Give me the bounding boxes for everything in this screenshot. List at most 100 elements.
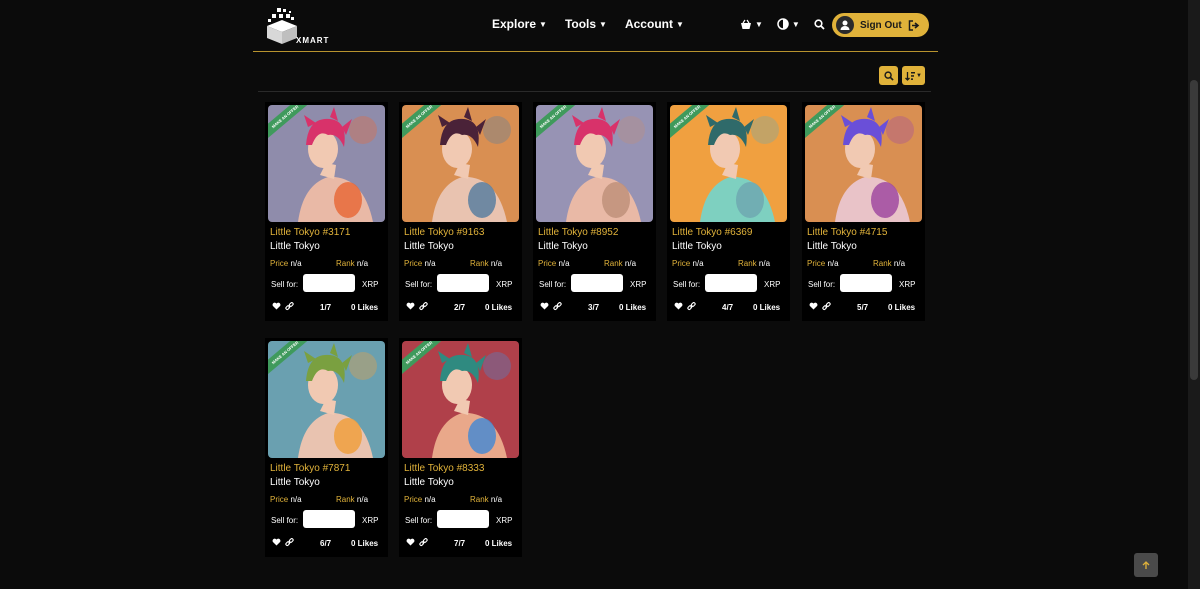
link-icon[interactable]	[285, 302, 294, 313]
sell-for-label: Sell for:	[539, 280, 567, 289]
nav-explore[interactable]: Explore ▼	[492, 17, 547, 31]
nft-title[interactable]: Little Tokyo #4715	[807, 227, 887, 238]
collection-name[interactable]: Little Tokyo	[672, 241, 722, 252]
nft-title[interactable]: Little Tokyo #6369	[672, 227, 752, 238]
nft-thumbnail[interactable]: MAKE AN OFFER	[536, 105, 653, 222]
heart-icon[interactable]	[272, 538, 281, 548]
chevron-down-icon: ▼	[539, 19, 547, 29]
nft-card[interactable]: MAKE AN OFFER Little Tokyo #6369 Little …	[667, 102, 790, 321]
link-icon[interactable]	[822, 302, 831, 313]
rank-field: Rank n/a	[738, 259, 770, 268]
nft-artwork-image	[402, 105, 519, 222]
heart-icon[interactable]	[540, 302, 549, 312]
nft-thumbnail[interactable]: MAKE AN OFFER	[268, 341, 385, 458]
page: XMART Explore ▼ Tools ▼ Account ▼ ▼ ▼ Si…	[0, 0, 1200, 589]
price-label: Price	[270, 495, 289, 504]
nft-card[interactable]: MAKE AN OFFER Little Tokyo #8333 Little …	[399, 338, 522, 557]
nft-title[interactable]: Little Tokyo #8952	[538, 227, 618, 238]
nft-card[interactable]: MAKE AN OFFER Little Tokyo #4715 Little …	[802, 102, 925, 321]
sell-price-input[interactable]	[840, 274, 892, 292]
nft-thumbnail[interactable]: MAKE AN OFFER	[268, 105, 385, 222]
link-icon[interactable]	[687, 302, 696, 313]
nft-thumbnail[interactable]: MAKE AN OFFER	[805, 105, 922, 222]
header-icons: ▼ ▼	[740, 18, 825, 30]
collection-name[interactable]: Little Tokyo	[807, 241, 857, 252]
price-value: n/a	[424, 259, 436, 268]
rank-label: Rank	[873, 259, 892, 268]
likes-count: 0 Likes	[351, 303, 379, 312]
sell-for-label: Sell for:	[271, 280, 299, 289]
scrollbar-thumb[interactable]	[1190, 80, 1198, 380]
scrollbar[interactable]	[1188, 0, 1200, 589]
nft-title[interactable]: Little Tokyo #3171	[270, 227, 350, 238]
link-icon[interactable]	[285, 538, 294, 549]
currency-label: XRP	[496, 280, 513, 289]
filter-search-button[interactable]	[879, 66, 898, 85]
currency-label: XRP	[362, 516, 379, 525]
collection-name[interactable]: Little Tokyo	[404, 241, 454, 252]
brand-logo[interactable]: XMART	[263, 6, 328, 48]
sign-out-button[interactable]: Sign Out	[832, 13, 929, 37]
nft-artwork-image	[670, 105, 787, 222]
nft-title[interactable]: Little Tokyo #9163	[404, 227, 484, 238]
main-nav: Explore ▼ Tools ▼ Account ▼	[492, 17, 684, 31]
edition-count: 1/7	[320, 303, 332, 312]
sign-out-icon	[908, 19, 919, 31]
currency-label: XRP	[496, 516, 513, 525]
nft-artwork-image	[805, 105, 922, 222]
nft-artwork-image	[402, 341, 519, 458]
nft-thumbnail[interactable]: MAKE AN OFFER	[670, 105, 787, 222]
nft-card[interactable]: MAKE AN OFFER Little Tokyo #9163 Little …	[399, 102, 522, 321]
price-field: Price n/a	[270, 259, 302, 268]
heart-icon[interactable]	[809, 302, 818, 312]
sell-price-input[interactable]	[303, 510, 355, 528]
nft-card[interactable]: MAKE AN OFFER Little Tokyo #3171 Little …	[265, 102, 388, 321]
price-field: Price n/a	[807, 259, 839, 268]
price-value: n/a	[290, 259, 302, 268]
sell-price-input[interactable]	[705, 274, 757, 292]
search-icon	[883, 70, 894, 81]
nft-thumbnail[interactable]: MAKE AN OFFER	[402, 341, 519, 458]
price-field: Price n/a	[404, 259, 436, 268]
sell-price-input[interactable]	[437, 274, 489, 292]
collection-name[interactable]: Little Tokyo	[270, 477, 320, 488]
nft-card[interactable]: MAKE AN OFFER Little Tokyo #8952 Little …	[533, 102, 656, 321]
currency-label: XRP	[899, 280, 916, 289]
user-icon	[840, 20, 850, 30]
scroll-to-top-button[interactable]	[1134, 553, 1158, 577]
edition-count: 3/7	[588, 303, 600, 312]
link-icon[interactable]	[419, 538, 428, 549]
heart-icon[interactable]	[406, 538, 415, 548]
edition-count: 5/7	[857, 303, 869, 312]
nft-card[interactable]: MAKE AN OFFER Little Tokyo #7871 Little …	[265, 338, 388, 557]
price-field: Price n/a	[672, 259, 704, 268]
heart-icon[interactable]	[674, 302, 683, 312]
collection-name[interactable]: Little Tokyo	[270, 241, 320, 252]
theme-dropdown[interactable]: ▼	[777, 18, 800, 30]
link-icon[interactable]	[419, 302, 428, 313]
sort-dropdown-button[interactable]: ▼	[902, 66, 925, 85]
heart-icon[interactable]	[406, 302, 415, 312]
collection-name[interactable]: Little Tokyo	[538, 241, 588, 252]
link-icon[interactable]	[553, 302, 562, 313]
nft-thumbnail[interactable]: MAKE AN OFFER	[402, 105, 519, 222]
nav-tools-label: Tools	[564, 17, 597, 31]
rank-label: Rank	[470, 259, 489, 268]
nav-tools[interactable]: Tools ▼	[565, 17, 607, 31]
rank-field: Rank n/a	[470, 259, 502, 268]
nav-account[interactable]: Account ▼	[625, 17, 684, 31]
sell-price-input[interactable]	[571, 274, 623, 292]
rank-label: Rank	[470, 495, 489, 504]
nft-title[interactable]: Little Tokyo #7871	[270, 463, 350, 474]
heart-icon[interactable]	[272, 302, 281, 312]
toolbar-divider	[258, 91, 931, 92]
cart-dropdown[interactable]: ▼	[740, 19, 763, 30]
nft-artwork-image	[268, 105, 385, 222]
sell-price-input[interactable]	[437, 510, 489, 528]
nft-title[interactable]: Little Tokyo #8333	[404, 463, 484, 474]
nav-explore-label: Explore	[492, 17, 537, 31]
collection-name[interactable]: Little Tokyo	[404, 477, 454, 488]
price-field: Price n/a	[270, 495, 302, 504]
sell-price-input[interactable]	[303, 274, 355, 292]
header-search-button[interactable]	[814, 18, 825, 30]
